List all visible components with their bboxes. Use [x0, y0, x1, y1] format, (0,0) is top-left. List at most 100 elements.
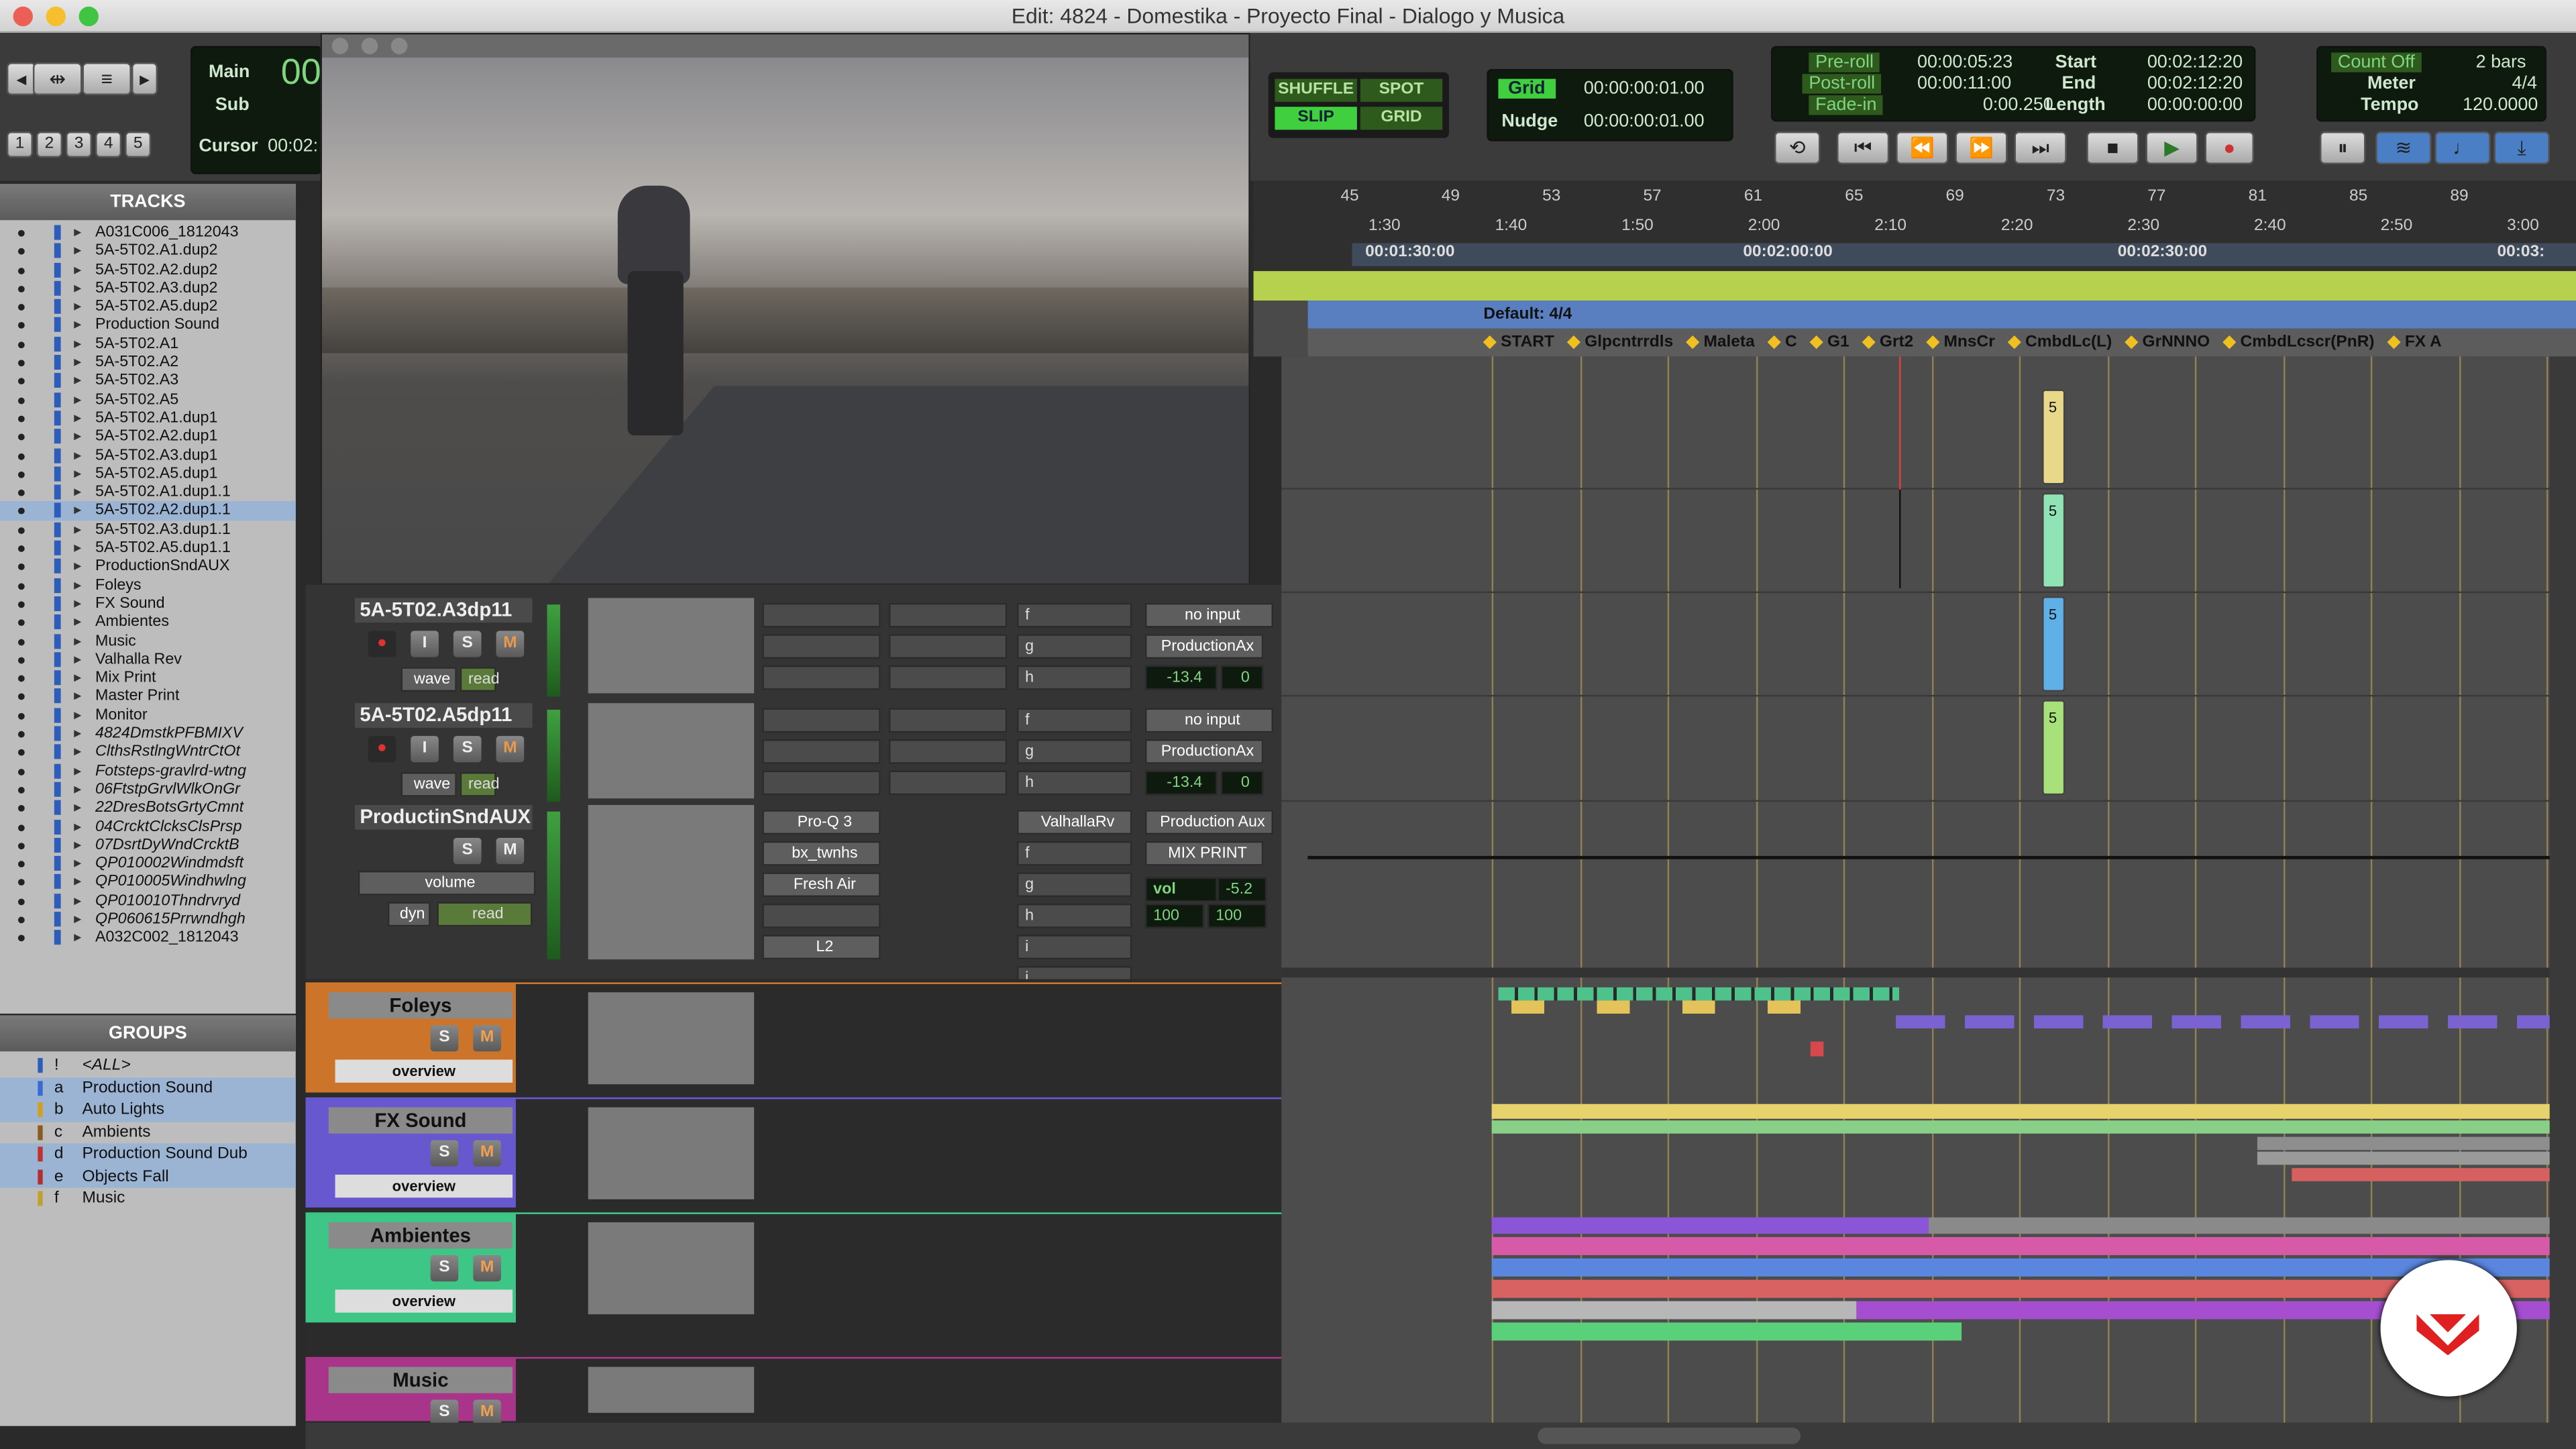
play-icon[interactable]: ▶ — [2145, 131, 2198, 164]
fx-clip[interactable] — [1491, 1104, 2550, 1119]
track-list-item[interactable]: ▸ 5A-5T02.A3.dup1 — [0, 446, 296, 465]
track-visibility-dot[interactable] — [17, 916, 25, 924]
solo-button[interactable]: S — [453, 631, 482, 657]
postroll-value[interactable]: 00:00:11:00 — [1917, 74, 2011, 93]
send-slot[interactable]: h — [1016, 665, 1132, 690]
track-view-selector[interactable]: wave — [400, 667, 457, 692]
track-list-item[interactable]: ▸ A031C006_1812043 — [0, 223, 296, 242]
input-monitor-button[interactable]: I — [411, 736, 439, 763]
track-visibility-dot[interactable] — [17, 341, 25, 348]
send-slot[interactable]: g — [1016, 872, 1132, 898]
track-view-selector[interactable]: wave — [400, 772, 457, 797]
aux-automation-mode[interactable]: read — [437, 902, 533, 927]
mute-button[interactable]: M — [496, 631, 525, 657]
aux-input-selector[interactable]: Production Aux — [1144, 810, 1273, 835]
video-window[interactable] — [320, 32, 1250, 584]
marker[interactable]: ◆ FX A — [2387, 333, 2442, 352]
countoff-label[interactable]: Count Off — [2331, 52, 2422, 72]
insert-slot[interactable]: L2 — [762, 934, 881, 960]
track-visibility-dot[interactable] — [17, 415, 25, 423]
send-slot[interactable]: f — [1016, 841, 1132, 866]
track-list-item[interactable]: ▸ 5A-5T02.A1.dup2 — [0, 242, 296, 261]
track-name[interactable]: 5A-5T02.A3dp11 — [354, 598, 533, 623]
main-counter[interactable]: Main 00 Sub Cursor 00:02: — [191, 46, 323, 174]
group-list-item[interactable]: ! <ALL> — [0, 1055, 296, 1077]
send-slot[interactable]: g — [1016, 634, 1132, 659]
grid-value[interactable]: 00:00:00:01.00 — [1584, 79, 1705, 99]
return-to-zero-icon[interactable]: ⏮ — [1836, 131, 1890, 164]
track-visibility-dot[interactable] — [17, 323, 25, 329]
group-list-item[interactable]: b Auto Lights — [0, 1099, 296, 1122]
scroll-right-icon[interactable]: ▸ — [131, 62, 158, 96]
output-selector[interactable]: ProductionAx — [1144, 634, 1264, 659]
foley-clips[interactable] — [1498, 987, 1900, 1001]
marker[interactable]: ◆ Maleta — [1686, 333, 1755, 352]
pan-readout[interactable]: 0 — [1220, 770, 1264, 796]
track-visibility-dot[interactable] — [17, 675, 25, 682]
track-visibility-dot[interactable] — [17, 731, 25, 738]
zoom-waveform-icon[interactable]: ⇹ — [32, 62, 83, 96]
close-window-button[interactable] — [13, 6, 33, 27]
send-slot[interactable]: f — [1016, 602, 1132, 628]
vertical-scrollbar[interactable] — [2549, 356, 2576, 1423]
tempo-value[interactable]: 120.0000 — [2463, 95, 2538, 115]
folder-name[interactable]: Ambientes — [328, 1222, 513, 1249]
aux-pan-right[interactable]: 100 — [1208, 903, 1267, 928]
track-list-item[interactable]: ▸ Foleys — [0, 576, 296, 595]
marker[interactable]: ◆ C — [1768, 333, 1796, 352]
scrollbar-thumb[interactable] — [1538, 1428, 1801, 1444]
marker[interactable]: ◆ Grt2 — [1862, 333, 1913, 352]
insert-slot[interactable]: Fresh Air — [762, 872, 881, 898]
folder-track[interactable]: Foleys S M overview — [305, 982, 1285, 1093]
track-visibility-dot[interactable] — [17, 304, 25, 311]
marker[interactable]: ◆ Glpcntrrdls — [1568, 333, 1674, 352]
track-list-item[interactable]: ▸ 5A-5T02.A5.dup2 — [0, 298, 296, 317]
aux-volume-line[interactable] — [1307, 855, 2550, 859]
folder-solo-button[interactable]: S — [430, 1140, 459, 1167]
grid-mode-button[interactable]: GRID — [1360, 107, 1443, 130]
track-list-item[interactable]: ▸ 06FtstpGrvlWlkOnGr — [0, 780, 296, 799]
send-slot[interactable]: i — [1016, 934, 1132, 960]
horizontal-scrollbar[interactable] — [305, 1422, 2576, 1449]
tempo-ruler[interactable] — [1253, 271, 2576, 301]
track-list-item[interactable]: ▸ Ambientes — [0, 613, 296, 632]
track-visibility-dot[interactable] — [17, 285, 25, 292]
folder-view-selector[interactable]: overview — [335, 1289, 513, 1313]
marker[interactable]: ◆ CmbdLcscr(PnR) — [2223, 333, 2375, 352]
zoom-preset-2[interactable]: 2 — [36, 131, 63, 158]
rewind-icon[interactable]: ⏪ — [1896, 131, 1949, 164]
minimize-window-button[interactable] — [46, 6, 66, 27]
track-list-item[interactable]: ▸ 5A-5T02.A5.dup1 — [0, 465, 296, 484]
aux-view-selector[interactable]: volume — [358, 870, 536, 896]
video-minimize-button[interactable] — [361, 38, 378, 54]
group-list-item[interactable]: d Production Sound Dub — [0, 1143, 296, 1166]
folder-name[interactable]: Foleys — [328, 992, 513, 1019]
volume-readout[interactable]: -13.4 — [1144, 770, 1218, 796]
wait-for-note-icon[interactable]: ≋ — [2375, 131, 2432, 164]
nudge-value[interactable]: 00:00:00:01.00 — [1584, 112, 1705, 131]
zoom-midi-icon[interactable]: ≡ — [82, 62, 131, 96]
send-slot[interactable]: h — [1016, 903, 1132, 928]
track-visibility-dot[interactable] — [17, 768, 25, 775]
track-visibility-dot[interactable] — [17, 824, 25, 830]
preroll-label[interactable]: Pre-roll — [1809, 52, 1880, 72]
track-visibility-dot[interactable] — [17, 229, 25, 237]
mute-button[interactable]: M — [496, 736, 525, 763]
track-visibility-dot[interactable] — [17, 638, 25, 645]
minsecs-ruler[interactable]: 1:30 1:40 1:50 2:00 2:10 2:20 2:30 2:40 2:50 3:00 — [1254, 217, 2576, 239]
folder-view-selector[interactable]: overview — [335, 1175, 513, 1198]
output-selector[interactable]: ProductionAx — [1144, 739, 1264, 764]
track-list-item[interactable]: ▸ 5A-5T02.A2.dup1.1 — [0, 502, 296, 521]
edit-timeline[interactable]: 5 5 5 5 — [1281, 356, 2550, 1423]
clip[interactable]: 5 — [2042, 700, 2065, 796]
folder-name[interactable]: FX Sound — [328, 1107, 513, 1134]
click-icon[interactable]: ♩ — [2434, 131, 2491, 164]
track-visibility-dot[interactable] — [17, 619, 25, 627]
aux-volume-readout[interactable]: -5.2 — [1217, 877, 1267, 902]
track-visibility-dot[interactable] — [17, 842, 25, 849]
track-visibility-dot[interactable] — [17, 471, 25, 478]
track-list-item[interactable]: ▸ 4824DmstkPFBMIXV — [0, 724, 296, 743]
group-list-item[interactable]: f Music — [0, 1188, 296, 1210]
track-list-item[interactable]: ▸ 5A-5T02.A1.dup1 — [0, 409, 296, 428]
track-list-item[interactable]: ▸ 5A-5T02.A2 — [0, 354, 296, 372]
